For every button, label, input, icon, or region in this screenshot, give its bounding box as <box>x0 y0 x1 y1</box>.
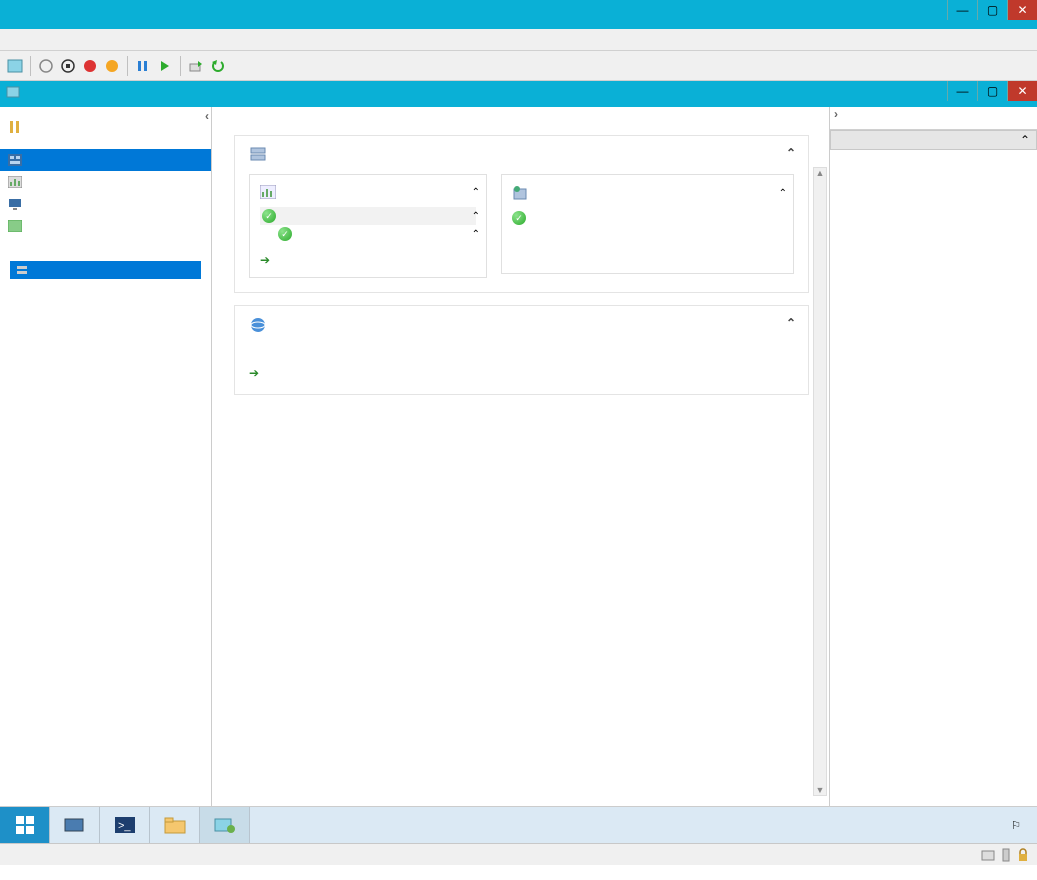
nav-dashboard[interactable] <box>0 149 211 171</box>
status-icons <box>981 848 1029 862</box>
check-icon: ✓ <box>512 211 526 225</box>
config-status-icon <box>512 185 528 201</box>
pause-icon[interactable] <box>134 57 152 75</box>
maximize-button[interactable]: ▢ <box>977 0 1007 20</box>
turnoff-icon[interactable] <box>59 57 77 75</box>
vm-toolbar <box>0 51 1037 81</box>
nav-configuration[interactable] <box>0 115 211 139</box>
check-icon: ✓ <box>278 227 292 241</box>
console-close-button[interactable]: ✕ <box>1007 81 1037 101</box>
nav-pane: ‹ <box>0 107 212 806</box>
tree-da-node[interactable]: ✓ ⌃ <box>260 225 476 243</box>
checkpoint-icon[interactable] <box>187 57 205 75</box>
flag-icon: ⚐ <box>1011 819 1021 832</box>
server-node[interactable] <box>10 261 201 279</box>
start-icon[interactable] <box>37 57 55 75</box>
vm-menubar <box>0 29 1037 51</box>
taskbar-ramc[interactable] <box>200 807 250 843</box>
taskbar-server-manager[interactable] <box>50 807 100 843</box>
scrollbar[interactable]: ▲ ▼ <box>813 167 827 796</box>
tasks-title <box>830 121 1037 130</box>
console-titlebar: — ▢ ✕ <box>0 81 1037 107</box>
tasks-expand-icon[interactable]: › <box>834 107 838 121</box>
tasks-section-header[interactable]: ⌃ <box>830 130 1037 150</box>
minimize-button[interactable]: — <box>947 0 977 20</box>
remote-client-link[interactable] <box>249 366 794 380</box>
nav-da-vpn[interactable] <box>0 139 211 149</box>
task-configure-interval[interactable] <box>830 162 1037 174</box>
task-start-tracing[interactable] <box>830 174 1037 186</box>
start-button[interactable] <box>0 807 50 843</box>
ops-status-link[interactable] <box>260 253 476 267</box>
collapse-icon[interactable]: ⌃ <box>786 146 796 160</box>
nav-collapse-icon[interactable]: ‹ <box>205 109 209 123</box>
server-icon <box>249 146 269 164</box>
shutdown-icon[interactable] <box>81 57 99 75</box>
nav-reporting[interactable] <box>0 215 211 237</box>
collapse-icon[interactable]: ⌃ <box>779 188 787 199</box>
console-maximize-button[interactable]: ▢ <box>977 81 1007 101</box>
config-icon <box>8 120 22 134</box>
server-status-panel: ⌃ ⌃ ✓ ⌃ ✓ <box>234 135 809 293</box>
report-icon <box>8 220 22 232</box>
task-generate-report[interactable] <box>830 186 1037 198</box>
nav-remote-client[interactable] <box>0 193 211 215</box>
main-content: ⌃ ⌃ ✓ ⌃ ✓ <box>212 107 829 806</box>
chevron-icon[interactable]: ⌃ <box>472 211 480 222</box>
tasks-pane: › ⌃ <box>829 107 1037 806</box>
taskbar: >_ ⚐ <box>0 807 1037 843</box>
close-button[interactable]: ✕ <box>1007 0 1037 20</box>
tasks-list <box>830 150 1037 198</box>
disk-icon <box>981 848 995 862</box>
config-time-row: ✓ <box>512 209 783 227</box>
vm-statusbar <box>0 843 1037 865</box>
chevron-up-icon: ⌃ <box>1020 133 1030 147</box>
client-status-panel: ⌃ <box>234 305 809 395</box>
nav-ops-status[interactable] <box>0 171 211 193</box>
ctrl-alt-del-icon[interactable] <box>6 57 24 75</box>
server-icon <box>16 264 28 276</box>
lang-indicator[interactable]: ⚐ <box>1001 819 1037 832</box>
revert-icon[interactable] <box>209 57 227 75</box>
reset-icon[interactable] <box>156 57 174 75</box>
task-refresh[interactable] <box>830 150 1037 162</box>
vm-titlebar: — ▢ ✕ <box>0 0 1037 29</box>
collapse-icon[interactable]: ⌃ <box>786 316 796 330</box>
operations-status-panel: ⌃ ✓ ⌃ ✓ ⌃ <box>249 174 487 278</box>
taskbar-powershell[interactable]: >_ <box>100 807 150 843</box>
console-icon <box>6 85 22 101</box>
dashboard-icon <box>8 154 22 166</box>
taskbar-explorer[interactable] <box>150 807 200 843</box>
configuration-status-panel: ⌃ ✓ <box>501 174 794 274</box>
monitor-icon <box>8 198 22 210</box>
chevron-icon[interactable]: ⌃ <box>472 229 480 240</box>
tree-server-node[interactable]: ✓ ⌃ <box>260 207 476 225</box>
lock-icon <box>1017 848 1029 862</box>
console-minimize-button[interactable]: — <box>947 81 977 101</box>
server-tree <box>0 257 211 283</box>
save-icon[interactable] <box>103 57 121 75</box>
chart-icon <box>260 185 276 199</box>
network-icon <box>999 848 1013 862</box>
ops-icon <box>8 176 22 188</box>
svg-text:>_: >_ <box>118 820 131 832</box>
globe-icon <box>249 316 269 334</box>
check-icon: ✓ <box>262 209 276 223</box>
collapse-icon[interactable]: ⌃ <box>472 187 480 198</box>
